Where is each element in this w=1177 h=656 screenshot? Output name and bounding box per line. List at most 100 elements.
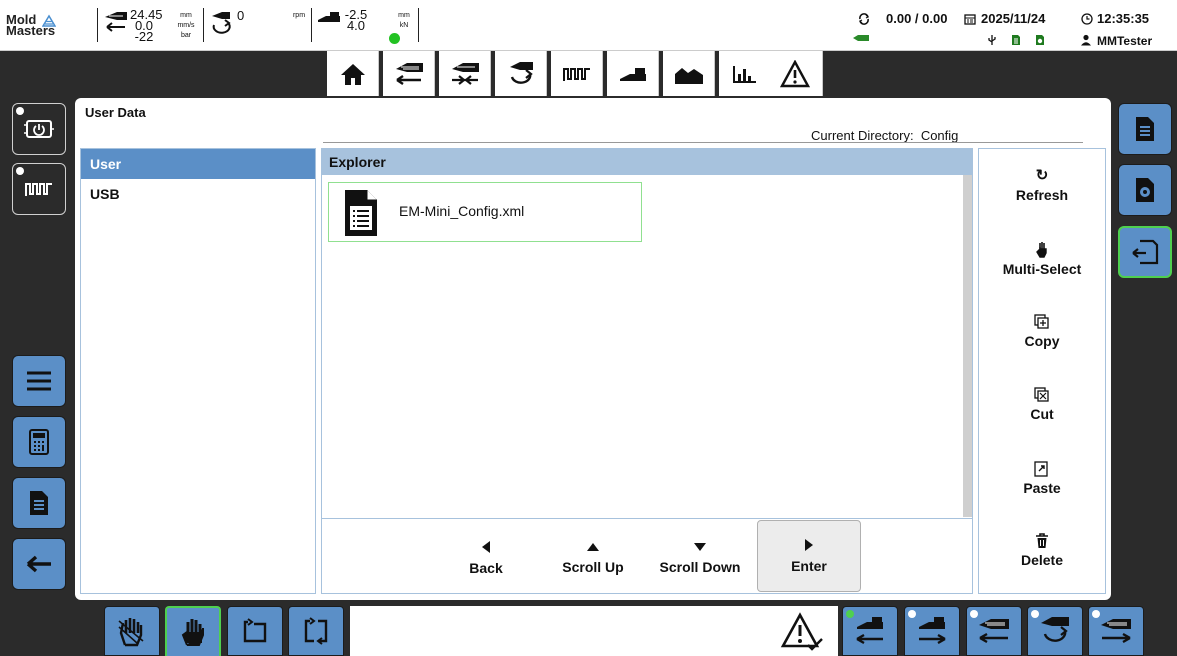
location-list: User USB bbox=[80, 148, 316, 594]
manual-gloves-button[interactable] bbox=[104, 606, 160, 656]
back-button[interactable] bbox=[12, 538, 66, 590]
single-cycle-button[interactable] bbox=[227, 606, 283, 656]
calendar-icon bbox=[964, 14, 976, 25]
delete-button[interactable]: Delete bbox=[979, 533, 1105, 568]
single-cycle-icon bbox=[243, 618, 267, 643]
nav-hold[interactable] bbox=[439, 51, 491, 96]
power-panel-button[interactable] bbox=[12, 103, 66, 155]
cut-label: Cut bbox=[1030, 406, 1054, 422]
power-panel-icon bbox=[24, 120, 54, 138]
divider bbox=[322, 518, 972, 519]
user-icon bbox=[1081, 34, 1091, 46]
settings-document-icon bbox=[1136, 178, 1154, 202]
page-title: User Data bbox=[85, 105, 146, 120]
nav-profile[interactable] bbox=[663, 51, 715, 96]
injection-back-button[interactable] bbox=[966, 606, 1022, 656]
rotation-back-button[interactable] bbox=[1027, 606, 1083, 656]
logo-mark-icon bbox=[42, 14, 56, 27]
heater-panel-icon bbox=[25, 183, 52, 196]
carriage-force: 4.0 bbox=[346, 18, 366, 33]
carriage-back-icon bbox=[856, 617, 883, 645]
export-button[interactable] bbox=[1118, 226, 1172, 278]
nav-heaters[interactable] bbox=[551, 51, 603, 96]
back-nav-button[interactable]: Back bbox=[436, 527, 536, 589]
paste-label: Paste bbox=[1023, 480, 1061, 496]
triangle-up-icon bbox=[587, 543, 599, 551]
cycle-time: 0.00 / 0.00 bbox=[886, 11, 948, 26]
nav-home[interactable] bbox=[327, 51, 379, 96]
location-item-user[interactable]: User bbox=[81, 149, 315, 179]
time: 12:35:35 bbox=[1097, 11, 1150, 26]
cut-button[interactable]: Cut bbox=[979, 387, 1105, 422]
carriage-forward-button[interactable] bbox=[904, 606, 960, 656]
alarm-message-area[interactable] bbox=[350, 606, 838, 656]
screw-pressure: -22 bbox=[134, 29, 154, 44]
machine-status-led bbox=[389, 33, 400, 44]
manual-hand-icon bbox=[181, 619, 204, 646]
scroll-up-button[interactable]: Scroll Up bbox=[543, 527, 643, 589]
auto-cycle-icon bbox=[304, 617, 328, 645]
multi-select-label: Multi-Select bbox=[1002, 261, 1082, 277]
current-directory: Current Directory: Config bbox=[811, 128, 958, 143]
status-bar: Mold Masters 24.45 0.0 -22 mm mm/s bar 0… bbox=[0, 0, 1177, 51]
scroll-up-label: Scroll Up bbox=[562, 559, 624, 575]
nav-injection[interactable] bbox=[383, 51, 435, 96]
scroll-down-button[interactable]: Scroll Down bbox=[650, 527, 750, 589]
export-icon bbox=[1132, 239, 1159, 265]
user-name: MMTester bbox=[1097, 34, 1153, 48]
explorer-header: Explorer bbox=[322, 149, 972, 175]
nav-alarms[interactable] bbox=[767, 51, 823, 96]
copy-icon bbox=[1034, 314, 1049, 329]
menu-button[interactable] bbox=[12, 355, 66, 407]
rotation-status-icon bbox=[212, 12, 231, 34]
paste-button[interactable]: Paste bbox=[979, 461, 1105, 496]
copy-button[interactable]: Copy bbox=[979, 314, 1105, 349]
location-item-usb[interactable]: USB bbox=[81, 179, 315, 209]
rotation-icon bbox=[509, 61, 533, 84]
injection-back-icon bbox=[979, 619, 1009, 644]
user-data-panel: User Data Current Directory: Config User… bbox=[75, 98, 1111, 600]
auto-cycle-button[interactable] bbox=[288, 606, 344, 656]
divider bbox=[323, 142, 1083, 143]
explorer-pane: Explorer EM-Mini_Config.xml Back Scroll … bbox=[321, 148, 973, 594]
calculator-button[interactable] bbox=[12, 416, 66, 468]
document-list-button[interactable] bbox=[1118, 103, 1172, 155]
unit-mm-s: mm/s bbox=[177, 22, 195, 29]
rotation-value: 0 bbox=[237, 8, 245, 23]
refresh-button[interactable]: ↻ Refresh bbox=[979, 167, 1105, 203]
explorer-scrollbar[interactable] bbox=[963, 175, 972, 517]
injection-forward-button[interactable] bbox=[1088, 606, 1144, 656]
settings-document-status-icon bbox=[1036, 35, 1044, 45]
carriage-icon bbox=[619, 67, 646, 81]
trash-icon bbox=[1036, 533, 1048, 548]
enter-label: Enter bbox=[791, 558, 827, 574]
settings-document-button[interactable] bbox=[1118, 164, 1172, 216]
multi-select-button[interactable]: Multi-Select bbox=[979, 240, 1105, 277]
carriage-forward-icon bbox=[919, 617, 946, 645]
carriage-status-icon bbox=[318, 12, 340, 22]
unit-mm: mm bbox=[180, 12, 192, 19]
injection-icon bbox=[395, 62, 423, 85]
manual-gloves-icon bbox=[118, 618, 144, 647]
current-directory-value: Config bbox=[920, 128, 959, 143]
carriage-back-button[interactable] bbox=[842, 606, 898, 656]
unit-rpm: rpm bbox=[292, 12, 306, 19]
copy-label: Copy bbox=[1024, 333, 1060, 349]
triangle-left-icon bbox=[482, 541, 490, 553]
divider bbox=[97, 8, 98, 42]
nav-rotation[interactable] bbox=[495, 51, 547, 96]
hand-icon bbox=[1036, 242, 1047, 258]
enter-button[interactable]: Enter bbox=[757, 520, 861, 592]
rotation-back-icon bbox=[1041, 617, 1069, 642]
nav-chart[interactable] bbox=[719, 51, 771, 96]
file-item[interactable]: EM-Mini_Config.xml bbox=[328, 182, 642, 242]
document-button[interactable] bbox=[12, 477, 66, 529]
unit-bar: bar bbox=[180, 32, 192, 39]
injection-forward-icon bbox=[1101, 619, 1131, 644]
alarm-acknowledged-icon bbox=[780, 612, 823, 651]
nav-carriage[interactable] bbox=[607, 51, 659, 96]
manual-hand-button[interactable] bbox=[165, 606, 221, 656]
heater-panel-button[interactable] bbox=[12, 163, 66, 215]
divider bbox=[311, 8, 312, 42]
alarm-icon bbox=[779, 59, 810, 87]
